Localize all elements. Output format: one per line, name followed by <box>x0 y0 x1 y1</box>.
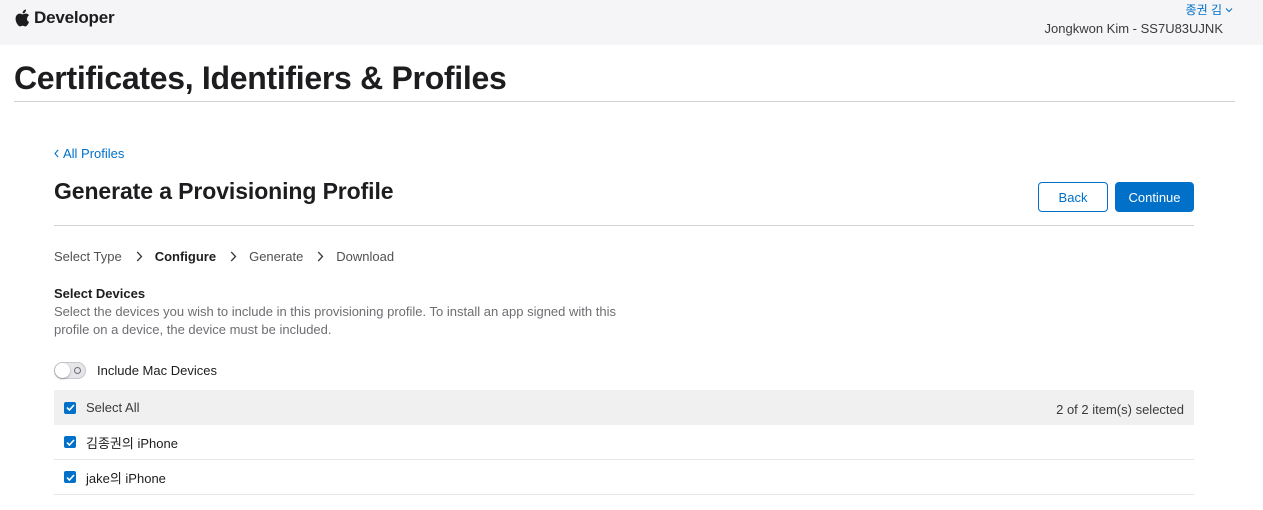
chevron-down-icon <box>1225 7 1233 12</box>
chevron-right-icon <box>230 251 237 262</box>
all-profiles-label: All Profiles <box>63 146 125 161</box>
team-name: Jongkwon Kim - SS7U83UJNK <box>1044 21 1223 36</box>
continue-button[interactable]: Continue <box>1115 182 1194 212</box>
device-name: jake의 iPhone <box>86 470 166 486</box>
table-row: jake의 iPhone <box>54 460 1194 495</box>
checkmark-icon <box>65 404 75 411</box>
page-title: Certificates, Identifiers & Profiles <box>14 60 507 96</box>
include-mac-devices-label: Include Mac Devices <box>97 363 217 378</box>
checkmark-icon <box>65 438 75 446</box>
user-name: 종권 김 <box>1185 3 1222 17</box>
step-configure: Configure <box>154 249 217 264</box>
step-generate: Generate <box>249 249 304 264</box>
select-devices-heading: Select Devices <box>54 286 146 301</box>
device-name: 김종권의 iPhone <box>86 435 178 451</box>
toggle-off-icon <box>74 367 81 374</box>
device-table: Select All 2 of 2 item(s) selected 김종권의 … <box>54 390 1194 495</box>
chevron-right-icon <box>318 251 324 262</box>
developer-home-link[interactable]: Developer <box>14 8 115 28</box>
select-devices-description: Select the devices you wish to include i… <box>54 304 616 337</box>
device-checkbox[interactable] <box>64 471 76 483</box>
checkmark-icon <box>65 473 75 481</box>
back-button[interactable]: Back <box>1038 182 1108 212</box>
device-checkbox[interactable] <box>64 436 76 448</box>
select-all-row: Select All 2 of 2 item(s) selected <box>54 390 1194 425</box>
apple-logo-icon <box>15 9 30 27</box>
mac-devices-toggle-row: Include Mac Devices <box>54 362 217 379</box>
selected-count: 2 of 2 item(s) selected <box>1056 402 1184 417</box>
section-title: Generate a Provisioning Profile <box>54 178 394 204</box>
step-download: Download <box>336 249 395 264</box>
table-row: 김종권의 iPhone <box>54 425 1194 460</box>
include-mac-devices-toggle[interactable] <box>54 362 86 379</box>
chevron-right-icon <box>136 251 143 262</box>
chevron-left-icon <box>54 149 59 158</box>
section-divider <box>54 225 1194 226</box>
all-profiles-link[interactable]: All Profiles <box>54 146 124 161</box>
global-nav: Developer 종권 김 Jongkwon Kim - SS7U83UJNK <box>0 0 1263 45</box>
user-menu[interactable]: 종권 김 <box>1186 1 1233 18</box>
toggle-knob <box>55 363 70 378</box>
select-all-label: Select All <box>86 400 140 415</box>
step-progress: Select Type Configure Generate Download <box>54 249 394 264</box>
brand-text: Developer <box>34 8 115 27</box>
step-select-type: Select Type <box>54 249 122 264</box>
select-all-checkbox[interactable] <box>64 401 76 414</box>
title-divider <box>14 101 1235 102</box>
